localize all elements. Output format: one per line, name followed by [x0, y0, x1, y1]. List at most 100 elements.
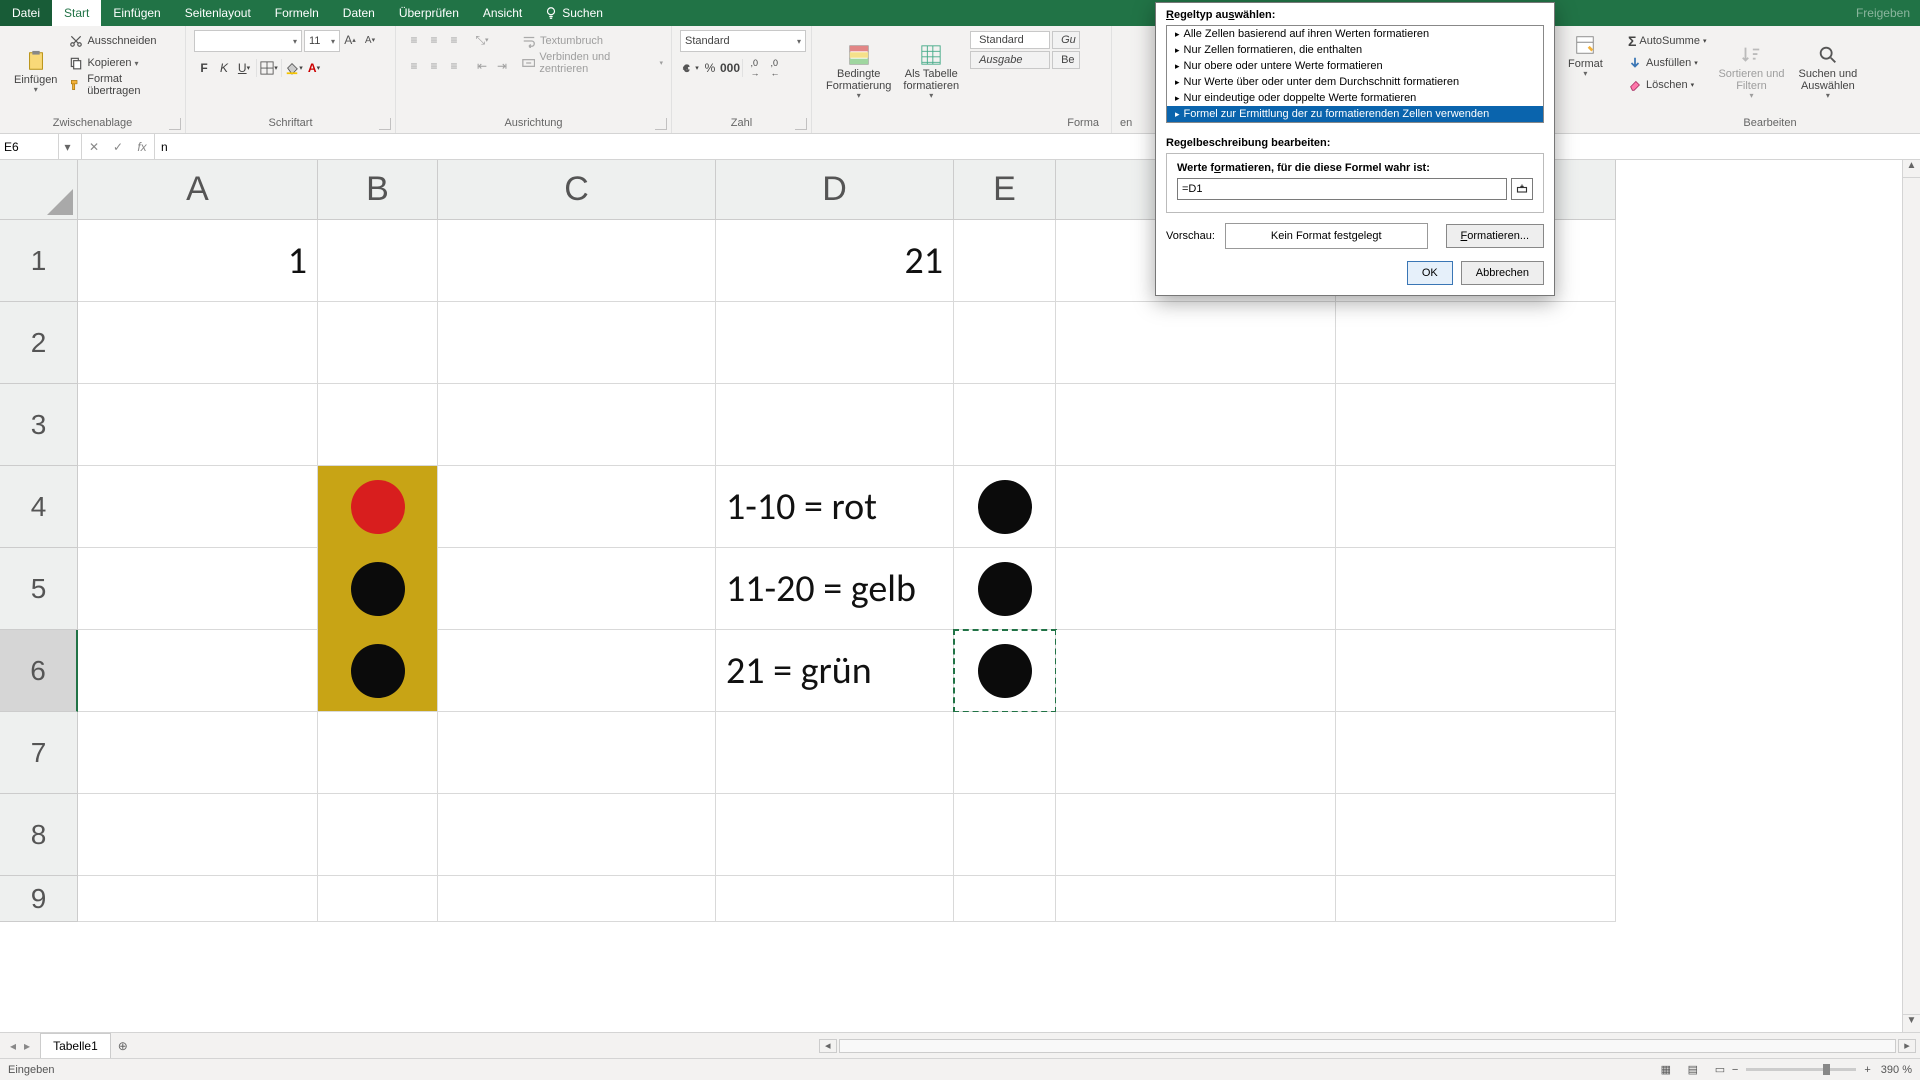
row-header-3[interactable]: 3	[0, 384, 78, 466]
cell-F9[interactable]	[1056, 876, 1336, 922]
clipboard-launcher[interactable]	[169, 118, 181, 130]
column-header-B[interactable]: B	[318, 160, 438, 220]
fx-button[interactable]: fx	[130, 137, 154, 157]
tell-me[interactable]: Suchen	[534, 0, 613, 26]
cell-A9[interactable]	[78, 876, 318, 922]
cell-style-ausgabe[interactable]: Ausgabe	[970, 51, 1050, 69]
cell-E7[interactable]	[954, 712, 1056, 794]
wrap-text-button[interactable]: Textumbruch	[522, 30, 663, 52]
scroll-down-button[interactable]: ▼	[1903, 1014, 1920, 1032]
percent-button[interactable]: %	[700, 58, 720, 78]
cell-A8[interactable]	[78, 794, 318, 876]
row-header-2[interactable]: 2	[0, 302, 78, 384]
cell-style-be[interactable]: Be	[1052, 51, 1080, 69]
zoom-out-button[interactable]: −	[1732, 1064, 1738, 1076]
worksheet-grid[interactable]: ABCDEFG 123456789 1211-10 = rot11-20 = g…	[0, 160, 1920, 1032]
rule-type-list[interactable]: Alle Zellen basierend auf ihren Werten f…	[1166, 25, 1544, 123]
font-launcher[interactable]	[379, 118, 391, 130]
cell-E9[interactable]	[954, 876, 1056, 922]
zoom-slider[interactable]	[1746, 1068, 1856, 1071]
cell-C9[interactable]	[438, 876, 716, 922]
vertical-scrollbar[interactable]: ▲ ▼	[1902, 160, 1920, 1032]
cell-B9[interactable]	[318, 876, 438, 922]
formula-input[interactable]	[155, 140, 1920, 154]
cell-E5[interactable]	[954, 548, 1056, 630]
cell-B1[interactable]	[318, 220, 438, 302]
autosum-button[interactable]: Σ AutoSumme ▾	[1628, 30, 1706, 52]
comma-button[interactable]: 000	[720, 58, 740, 78]
cell-C6[interactable]	[438, 630, 716, 712]
tab-daten[interactable]: Daten	[331, 0, 387, 26]
find-select-button[interactable]: Suchen und Auswählen▾	[1793, 30, 1864, 115]
decrease-font-button[interactable]: A▾	[360, 30, 380, 50]
cell-F2[interactable]	[1056, 302, 1336, 384]
scroll-left-button[interactable]: ◂	[819, 1039, 837, 1053]
alignment-launcher[interactable]	[655, 118, 667, 130]
formula-input-dialog[interactable]	[1177, 178, 1507, 200]
borders-button[interactable]: ▾	[259, 58, 279, 78]
cell-G4[interactable]	[1336, 466, 1616, 548]
row-header-8[interactable]: 8	[0, 794, 78, 876]
cell-B5[interactable]	[318, 548, 438, 630]
cell-D9[interactable]	[716, 876, 954, 922]
increase-decimal-button[interactable]: ,0→	[745, 58, 765, 78]
cell-A6[interactable]	[78, 630, 318, 712]
align-center-button[interactable]: ≡	[424, 56, 444, 76]
cell-D4[interactable]: 1-10 = rot	[716, 466, 954, 548]
cell-G9[interactable]	[1336, 876, 1616, 922]
row-header-9[interactable]: 9	[0, 876, 78, 922]
align-bottom-button[interactable]: ≡	[444, 30, 464, 50]
cell-F6[interactable]	[1056, 630, 1336, 712]
orientation-button[interactable]: ⤡▾	[472, 30, 492, 50]
cell-C4[interactable]	[438, 466, 716, 548]
increase-font-button[interactable]: A▴	[340, 30, 360, 50]
cell-style-gut[interactable]: Gu	[1052, 31, 1080, 49]
cell-C3[interactable]	[438, 384, 716, 466]
row-header-5[interactable]: 5	[0, 548, 78, 630]
ok-button[interactable]: OK	[1407, 261, 1453, 285]
cell-B7[interactable]	[318, 712, 438, 794]
cell-E1[interactable]	[954, 220, 1056, 302]
cell-C5[interactable]	[438, 548, 716, 630]
cut-button[interactable]: Ausschneiden	[69, 30, 177, 52]
name-box[interactable]: ▾	[0, 134, 82, 159]
cell-D2[interactable]	[716, 302, 954, 384]
cell-D5[interactable]: 11-20 = gelb	[716, 548, 954, 630]
format-button[interactable]: Formatieren...	[1446, 224, 1544, 248]
cancel-button[interactable]: Abbrechen	[1461, 261, 1544, 285]
cell-B6[interactable]	[318, 630, 438, 712]
page-layout-icon[interactable]: ▤	[1681, 1063, 1705, 1076]
rule-type-option-2[interactable]: Nur obere oder untere Werte formatieren	[1167, 58, 1543, 74]
cell-F7[interactable]	[1056, 712, 1336, 794]
font-name-dropdown[interactable]: ▾	[194, 30, 302, 52]
cell-E3[interactable]	[954, 384, 1056, 466]
tab-seitenlayout[interactable]: Seitenlayout	[173, 0, 263, 26]
cell-D1[interactable]: 21	[716, 220, 954, 302]
align-middle-button[interactable]: ≡	[424, 30, 444, 50]
rule-type-option-0[interactable]: Alle Zellen basierend auf ihren Werten f…	[1167, 26, 1543, 42]
copy-button[interactable]: Kopieren ▾	[69, 52, 177, 74]
tab-formeln[interactable]: Formeln	[263, 0, 331, 26]
underline-button[interactable]: U▾	[234, 58, 254, 78]
column-header-E[interactable]: E	[954, 160, 1056, 220]
rule-type-option-4[interactable]: Nur eindeutige oder doppelte Werte forma…	[1167, 90, 1543, 106]
merge-button[interactable]: Verbinden und zentrieren ▾	[522, 52, 663, 74]
cell-B3[interactable]	[318, 384, 438, 466]
cell-G7[interactable]	[1336, 712, 1616, 794]
cell-C7[interactable]	[438, 712, 716, 794]
name-box-dropdown[interactable]: ▾	[58, 134, 76, 159]
font-size-dropdown[interactable]: 11▾	[304, 30, 340, 52]
row-header-7[interactable]: 7	[0, 712, 78, 794]
share-button[interactable]: Freigeben	[1856, 6, 1910, 20]
cell-G5[interactable]	[1336, 548, 1616, 630]
zoom-level[interactable]: 390 %	[1881, 1064, 1912, 1076]
accounting-button[interactable]: €▾	[680, 58, 700, 78]
cells-area[interactable]: 1211-10 = rot11-20 = gelb21 = grün	[78, 220, 1616, 922]
cell-G8[interactable]	[1336, 794, 1616, 876]
align-left-button[interactable]: ≡	[404, 56, 424, 76]
cells-format-button[interactable]: Format▾	[1562, 32, 1609, 81]
align-top-button[interactable]: ≡	[404, 30, 424, 50]
view-buttons[interactable]: ▦ ▤ ▭	[1654, 1063, 1732, 1076]
cell-E4[interactable]	[954, 466, 1056, 548]
column-header-D[interactable]: D	[716, 160, 954, 220]
